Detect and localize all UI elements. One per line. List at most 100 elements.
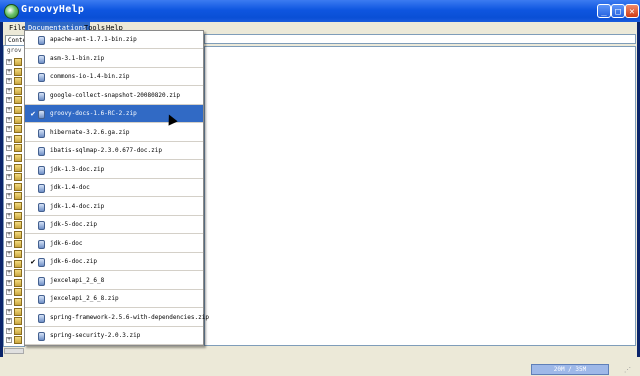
- expand-icon[interactable]: +: [6, 241, 12, 248]
- expand-icon[interactable]: +: [6, 59, 12, 65]
- tree-node[interactable]: +: [6, 58, 24, 66]
- tree-node[interactable]: +: [6, 317, 24, 326]
- dropdown-item[interactable]: spring-security-2.0.3.zip: [25, 327, 203, 345]
- dropdown-item[interactable]: google-collect-snapshot-20080820.zip: [25, 87, 203, 105]
- tree-node[interactable]: +: [6, 307, 24, 316]
- tree-node[interactable]: +: [6, 134, 24, 143]
- expand-icon[interactable]: +: [6, 222, 12, 229]
- expand-icon[interactable]: +: [6, 164, 12, 171]
- search-field[interactable]: grov: [7, 47, 21, 54]
- tree-node[interactable]: +: [6, 154, 24, 162]
- tree-node[interactable]: +: [6, 86, 24, 95]
- location-field[interactable]: [204, 34, 636, 44]
- tree-node[interactable]: +: [6, 173, 24, 182]
- expand-icon[interactable]: +: [6, 327, 12, 334]
- tree-node[interactable]: +: [6, 230, 24, 239]
- dropdown-item-label: jexcelapi_2_6_8: [50, 276, 105, 284]
- dropdown-item[interactable]: jdk-5-doc.zip: [25, 216, 203, 234]
- tree-node[interactable]: +: [6, 269, 24, 278]
- close-button[interactable]: ✕: [625, 4, 639, 18]
- expand-icon[interactable]: +: [6, 126, 12, 133]
- archive-icon: [38, 295, 45, 304]
- dropdown-item[interactable]: asm-3.1-bin.zip: [25, 50, 203, 68]
- tree-node[interactable]: +: [6, 250, 24, 258]
- tree-node[interactable]: +: [6, 240, 24, 249]
- tree-node[interactable]: +: [6, 298, 24, 306]
- expand-icon[interactable]: +: [6, 289, 12, 296]
- dropdown-item[interactable]: ✔ jdk-6-doc.zip: [25, 253, 203, 271]
- dropdown-item-label: jdk-1.4-doc: [50, 184, 90, 191]
- dropdown-item-label: jdk-1.3-doc.zip: [50, 165, 105, 173]
- dropdown-item-label: jdk-6-doc: [50, 239, 83, 247]
- expand-icon[interactable]: +: [6, 308, 12, 315]
- tree-node[interactable]: +: [6, 106, 24, 114]
- expand-icon[interactable]: +: [6, 270, 12, 277]
- contents-tree-pane[interactable]: grov + + + + + + + + + + + + + + + + + + + + + + + + + + + + + +: [3, 45, 25, 347]
- maximize-button[interactable]: □: [611, 4, 625, 18]
- expand-icon[interactable]: +: [6, 107, 12, 113]
- book-icon: [14, 77, 22, 86]
- book-icon: [14, 173, 22, 182]
- book-icon: [14, 125, 22, 134]
- archive-icon: [38, 239, 45, 249]
- resize-grip-icon[interactable]: ⋰: [624, 366, 634, 374]
- expand-icon[interactable]: +: [6, 318, 12, 325]
- tree-node[interactable]: +: [6, 182, 24, 191]
- checkmark-icon: ✔: [30, 257, 36, 266]
- expand-icon[interactable]: +: [6, 97, 12, 104]
- tree-node[interactable]: +: [6, 96, 24, 105]
- archive-icon: [38, 313, 45, 323]
- expand-icon[interactable]: +: [6, 212, 12, 219]
- dropdown-item[interactable]: commons-io-1.4-bin.zip: [25, 68, 203, 86]
- dropdown-item[interactable]: jdk-1.3-doc.zip: [25, 161, 203, 179]
- expand-icon[interactable]: +: [6, 116, 12, 123]
- tree-node[interactable]: +: [6, 192, 24, 201]
- tree-node[interactable]: +: [6, 202, 24, 210]
- expand-icon[interactable]: +: [6, 299, 12, 305]
- expand-icon[interactable]: +: [6, 193, 12, 200]
- dropdown-item[interactable]: jexcelapi_2_6_8.zip: [25, 290, 203, 308]
- archive-icon: [38, 73, 45, 82]
- dropdown-item-label: asm-3.1-bin.zip: [50, 54, 105, 62]
- expand-icon[interactable]: +: [6, 155, 12, 161]
- expand-icon[interactable]: +: [6, 135, 12, 142]
- tree-node[interactable]: +: [6, 326, 24, 335]
- expand-icon[interactable]: +: [6, 87, 12, 94]
- dropdown-item[interactable]: hibernate-3.2.6.ga.zip: [25, 124, 203, 142]
- expand-icon[interactable]: +: [6, 279, 12, 286]
- tree-node[interactable]: +: [6, 288, 24, 297]
- tree-node[interactable]: +: [6, 211, 24, 220]
- expand-icon[interactable]: +: [6, 174, 12, 181]
- expand-icon[interactable]: +: [6, 145, 12, 152]
- tree-node[interactable]: +: [6, 144, 24, 153]
- tree-node[interactable]: +: [6, 163, 24, 172]
- dropdown-item[interactable]: apache-ant-1.7.1-bin.zip: [25, 31, 203, 49]
- tree-node[interactable]: +: [6, 115, 24, 124]
- expand-icon[interactable]: +: [6, 203, 12, 209]
- tree-node[interactable]: +: [6, 259, 24, 268]
- dropdown-item[interactable]: ibatis-sqlmap-2.3.0.677-doc.zip: [25, 142, 203, 160]
- archive-icon: [38, 91, 45, 101]
- content-viewer[interactable]: [204, 46, 636, 346]
- title-bar[interactable]: GroovyHelp _ □ ✕: [0, 0, 640, 22]
- tree-node[interactable]: +: [6, 278, 24, 287]
- dropdown-item[interactable]: jdk-1.4-doc: [25, 179, 203, 197]
- minimize-button[interactable]: _: [597, 4, 611, 18]
- dropdown-item[interactable]: jexcelapi_2_6_8: [25, 272, 203, 290]
- tree-node[interactable]: +: [6, 67, 24, 76]
- dropdown-item[interactable]: spring-framework-2.5.6-with-dependencies…: [25, 309, 209, 327]
- tree-node[interactable]: +: [6, 125, 24, 134]
- expand-icon[interactable]: +: [6, 260, 12, 267]
- tree-node[interactable]: +: [6, 221, 24, 230]
- tree-node[interactable]: +: [6, 336, 24, 345]
- expand-icon[interactable]: +: [6, 78, 12, 85]
- expand-icon[interactable]: +: [6, 231, 12, 238]
- book-icon: [14, 211, 22, 220]
- tree-node[interactable]: +: [6, 77, 24, 86]
- dropdown-item[interactable]: jdk-6-doc: [25, 235, 203, 253]
- dropdown-item[interactable]: jdk-1.4-doc.zip: [25, 198, 203, 216]
- expand-icon[interactable]: +: [6, 183, 12, 190]
- expand-icon[interactable]: +: [6, 251, 12, 257]
- expand-icon[interactable]: +: [6, 337, 12, 344]
- expand-icon[interactable]: +: [6, 68, 12, 75]
